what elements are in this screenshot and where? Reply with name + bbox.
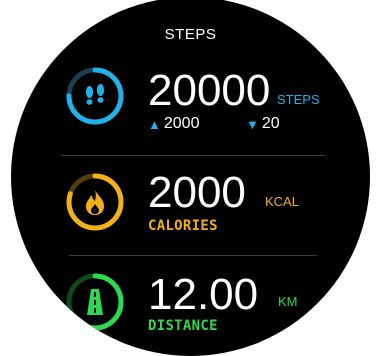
distance-unit: KM [278, 294, 298, 309]
steps-unit: STEPS [277, 92, 320, 107]
steps-down-value: 20 [261, 115, 280, 132]
calories-progress-ring [65, 172, 125, 232]
down-triangle-icon: ▼ [246, 116, 259, 132]
road-icon [87, 289, 103, 315]
up-triangle-icon: ▲ [148, 116, 161, 132]
steps-progress-ring [65, 66, 125, 126]
calories-label: CALORIES [148, 218, 218, 234]
steps-up-stat: ▲ 2000 [148, 116, 199, 132]
page-title: STEPS [164, 26, 217, 43]
steps-up-value: 2000 [163, 115, 200, 132]
flame-icon [86, 190, 104, 215]
calories-value: 2000 [148, 168, 246, 217]
footprints-icon [85, 84, 105, 105]
calories-unit: KCAL [265, 194, 299, 209]
steps-down-stat: ▼ 20 [246, 116, 280, 132]
watch-face: STEPS 20000 STEPS ▲ 2000 ▼ 20 2000 KCAL … [11, 0, 370, 356]
distance-progress-ring [65, 272, 125, 332]
distance-label: DISTANCE [148, 318, 218, 334]
row-divider [69, 255, 317, 256]
row-divider [61, 155, 325, 156]
steps-value: 20000 [148, 66, 271, 115]
distance-value: 12.00 [148, 270, 259, 319]
